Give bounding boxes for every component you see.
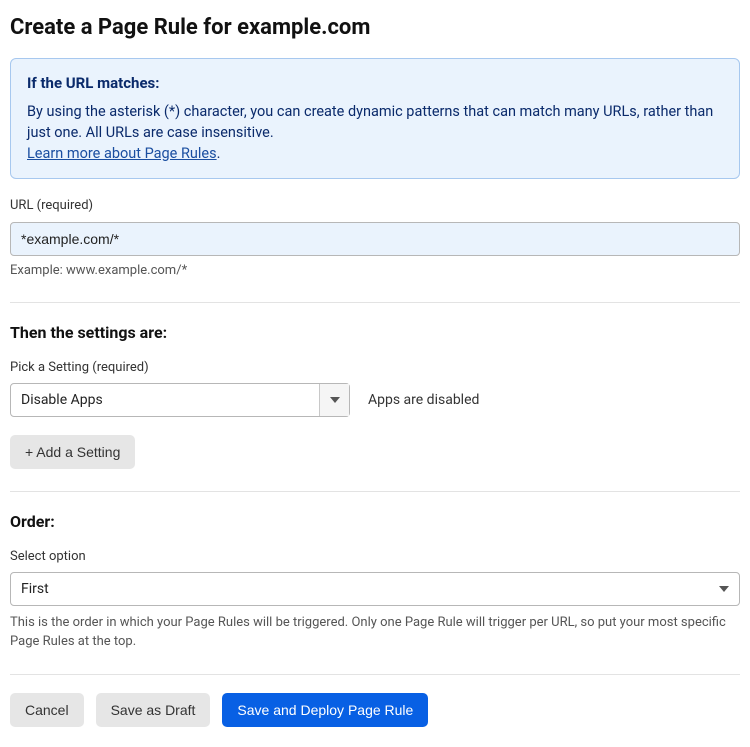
info-heading: If the URL matches: <box>27 73 723 95</box>
divider <box>10 491 740 492</box>
info-link-suffix: . <box>217 145 221 162</box>
info-text: By using the asterisk (*) character, you… <box>27 103 713 141</box>
url-input[interactable] <box>10 222 740 256</box>
setting-description: Apps are disabled <box>368 390 479 410</box>
chevron-down-icon <box>709 586 739 592</box>
cancel-button[interactable]: Cancel <box>10 693 84 727</box>
footer-buttons: Cancel Save as Draft Save and Deploy Pag… <box>10 693 740 727</box>
setting-select[interactable]: Disable Apps <box>10 383 350 417</box>
info-body: By using the asterisk (*) character, you… <box>27 101 723 164</box>
order-select[interactable]: First <box>10 572 740 606</box>
order-description: This is the order in which your Page Rul… <box>10 614 740 652</box>
learn-more-link[interactable]: Learn more about Page Rules <box>27 145 217 162</box>
url-label: URL (required) <box>10 197 740 216</box>
divider <box>10 302 740 303</box>
info-banner: If the URL matches: By using the asteris… <box>10 58 740 179</box>
setting-row: Disable Apps Apps are disabled <box>10 383 740 417</box>
settings-heading: Then the settings are: <box>10 321 740 344</box>
save-draft-button[interactable]: Save as Draft <box>96 693 211 727</box>
dialog-title: Create a Page Rule for example.com <box>10 12 740 44</box>
page-rule-dialog: Create a Page Rule for example.com If th… <box>0 0 750 747</box>
url-example: Example: www.example.com/* <box>10 262 740 281</box>
setting-selected-value: Disable Apps <box>11 384 319 416</box>
setting-picker-label: Pick a Setting (required) <box>10 359 740 378</box>
divider <box>10 674 740 675</box>
order-selected-value: First <box>11 579 709 599</box>
order-label: Select option <box>10 548 740 567</box>
save-deploy-button[interactable]: Save and Deploy Page Rule <box>222 693 428 727</box>
add-setting-button[interactable]: + Add a Setting <box>10 435 135 469</box>
chevron-down-icon <box>319 384 349 416</box>
order-heading: Order: <box>10 510 740 533</box>
